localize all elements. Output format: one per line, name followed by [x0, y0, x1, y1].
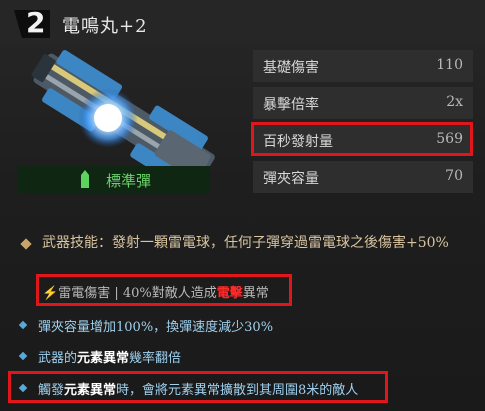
- stat-label: 基礎傷害: [263, 60, 319, 76]
- stat-label: 彈夾容量: [263, 171, 319, 187]
- highlight-box-perk: [8, 371, 388, 403]
- bullet-icon: [81, 170, 89, 188]
- perk-text: 武器的元素異常幾率翻倍: [38, 351, 182, 366]
- perk-text: 彈夾容量增加100%，換彈速度減少30%: [38, 320, 274, 335]
- weapon-tooltip-panel: 2 電鳴丸+2 標準彈 基礎傷害 110 暴擊倍率 2x 百秒發射量 569 彈…: [0, 0, 485, 411]
- ammo-type-label: 標準彈: [106, 172, 152, 190]
- stat-value: 110: [436, 57, 463, 73]
- stat-base-damage: 基礎傷害 110: [253, 50, 473, 82]
- perk-item: 武器的元素異常幾率翻倍: [18, 347, 478, 367]
- highlight-box-damage-type: [36, 274, 292, 306]
- weapon-skill-text: 武器技能：發射一顆雷電球，任何子彈穿過雷電球之後傷害+50%: [42, 235, 449, 251]
- stat-value: 2x: [446, 94, 463, 110]
- diamond-bullet-icon: [18, 320, 28, 330]
- stat-value: 70: [445, 168, 463, 184]
- perk-item: 彈夾容量增加100%，換彈速度減少30%: [18, 316, 478, 336]
- slot-number: 2: [26, 6, 46, 39]
- slot-badge: 2: [14, 6, 50, 39]
- stat-magazine-capacity: 彈夾容量 70: [253, 161, 473, 193]
- tooltip-header: 2 電鳴丸+2: [0, 0, 485, 44]
- diamond-bullet-icon: [18, 351, 28, 361]
- diamond-bullet-icon: [20, 238, 32, 250]
- ammo-type-bar: 標準彈: [18, 166, 210, 194]
- stat-label: 暴擊倍率: [263, 97, 319, 113]
- stat-crit-multiplier: 暴擊倍率 2x: [253, 87, 473, 119]
- weapon-name: 電鳴丸+2: [62, 16, 148, 37]
- highlight-box-fire-rate: [251, 122, 473, 156]
